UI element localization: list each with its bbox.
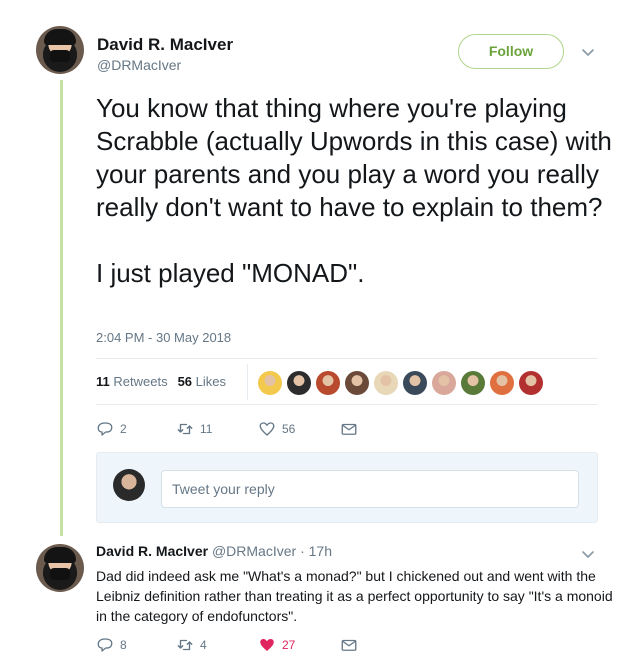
author-handle[interactable]: @DRMacIver — [97, 57, 181, 73]
reply-author-avatar[interactable] — [36, 544, 84, 592]
reply-text: Dad did indeed ask me "What's a monad?" … — [96, 568, 613, 624]
liker-avatar[interactable] — [461, 371, 485, 395]
reply-author-handle[interactable]: @DRMacIver — [212, 543, 296, 559]
divider — [96, 358, 598, 359]
liker-avatar[interactable] — [374, 371, 398, 395]
like-action[interactable]: 56 — [258, 420, 340, 438]
liker-avatar[interactable] — [287, 371, 311, 395]
like-count: 27 — [282, 638, 296, 652]
reply-header: David R. MacIver @DRMacIver · 17h — [96, 543, 332, 559]
liker-avatar[interactable] — [432, 371, 456, 395]
current-user-avatar — [113, 469, 145, 501]
liker-avatar[interactable] — [403, 371, 427, 395]
envelope-icon — [341, 423, 357, 435]
retweet-icon — [177, 423, 193, 435]
tweet-timestamp[interactable]: 2:04 PM - 30 May 2018 — [96, 330, 231, 345]
reply-action[interactable]: 8 — [96, 636, 176, 654]
like-action[interactable]: 27 — [258, 636, 340, 654]
reply-author-name[interactable]: David R. MacIver — [96, 543, 208, 559]
dm-action[interactable] — [340, 636, 358, 654]
retweet-action[interactable]: 11 — [176, 420, 258, 438]
like-count: 56 — [282, 422, 296, 436]
chevron-down-icon[interactable] — [580, 546, 596, 562]
mask-shape — [50, 50, 70, 62]
retweet-count: 11 — [200, 422, 213, 436]
liker-avatar[interactable] — [345, 371, 369, 395]
chevron-down-icon[interactable] — [580, 44, 596, 60]
likes-count: 56 — [177, 374, 193, 389]
reply-count: 8 — [120, 638, 127, 652]
stats-separator — [247, 364, 248, 400]
liker-avatar[interactable] — [490, 371, 514, 395]
reply-icon — [97, 422, 113, 436]
retweets-count: 11 — [96, 374, 110, 389]
separator-dot: · — [300, 543, 305, 559]
author-avatar[interactable] — [36, 26, 84, 74]
retweet-action[interactable]: 4 — [176, 636, 258, 654]
liker-avatar[interactable] — [258, 371, 282, 395]
liker-avatars — [258, 371, 543, 395]
mask-shape — [50, 568, 70, 580]
beanie-shape — [44, 29, 76, 45]
reply-icon — [97, 638, 113, 652]
reply-actions: 8 4 27 — [96, 636, 358, 654]
heart-icon — [259, 422, 275, 436]
likes-stat[interactable]: 56 Likes — [178, 374, 226, 389]
retweet-icon — [177, 639, 193, 651]
heart-filled-icon — [260, 639, 274, 651]
author-name[interactable]: David R. MacIver — [97, 35, 233, 55]
likes-label: Likes — [195, 374, 227, 389]
reply-time[interactable]: 17h — [309, 543, 332, 559]
retweet-count: 4 — [200, 638, 207, 652]
divider — [96, 404, 598, 405]
thread-connector-line — [60, 80, 63, 536]
retweets-label: Retweets — [113, 374, 168, 389]
retweets-stat[interactable]: 11 Retweets — [96, 374, 168, 389]
dm-action[interactable] — [340, 420, 358, 438]
follow-button[interactable]: Follow — [458, 34, 564, 69]
tweet-text: You know that thing where you're playing… — [96, 93, 612, 288]
envelope-icon — [341, 639, 357, 651]
reply-input[interactable]: Tweet your reply — [161, 470, 579, 508]
tweet-actions: 2 11 56 — [96, 420, 358, 438]
reply-action[interactable]: 2 — [96, 420, 176, 438]
beanie-shape — [44, 547, 76, 563]
liker-avatar[interactable] — [519, 371, 543, 395]
reply-count: 2 — [120, 422, 127, 436]
liker-avatar[interactable] — [316, 371, 340, 395]
engagement-stats: 11 Retweets 56 Likes — [96, 374, 226, 389]
